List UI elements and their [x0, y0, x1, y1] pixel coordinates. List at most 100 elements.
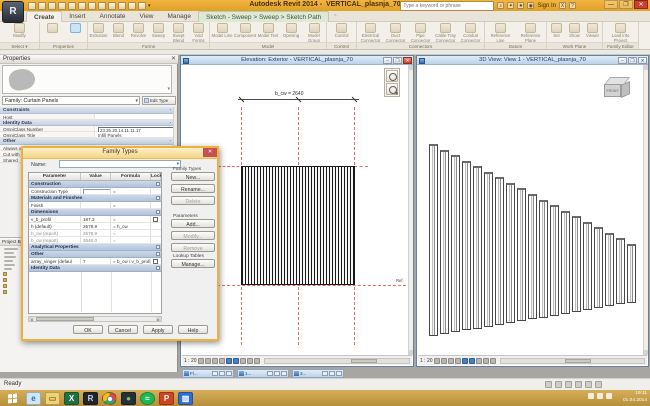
minimized-window-1[interactable]: Fl... — [182, 369, 234, 378]
parameter-name[interactable]: h (default) — [29, 223, 81, 229]
set-button[interactable]: Set — [548, 23, 565, 39]
tab-create[interactable]: Create — [26, 11, 62, 22]
print-icon[interactable] — [78, 2, 86, 10]
show-rendering-icon[interactable] — [226, 358, 232, 364]
profile-fin[interactable] — [572, 216, 581, 312]
sync-icon[interactable] — [48, 2, 56, 10]
close-icon[interactable] — [281, 371, 287, 376]
profile-fin[interactable] — [451, 155, 460, 332]
swept-blend-button[interactable]: Swept Blend — [169, 23, 188, 43]
conduit-connector-button[interactable]: Conduit Connector — [459, 23, 483, 43]
restore-icon[interactable] — [267, 371, 273, 376]
powerpoint-icon[interactable]: P — [159, 392, 174, 405]
tree-category-icon[interactable] — [3, 290, 7, 294]
parameter-value[interactable] — [81, 202, 111, 208]
close-button[interactable]: ✕ — [634, 0, 648, 9]
control-button[interactable]: Control — [329, 23, 355, 39]
excel-icon[interactable]: X — [64, 392, 79, 405]
maximize-icon[interactable]: ❐ — [393, 57, 402, 64]
tab-sketch-sweep-sweep-sketc[interactable]: Sketch - Sweep > Sweep > Sketch Path — [198, 11, 329, 22]
crop-view-icon[interactable] — [476, 358, 482, 364]
apply-button[interactable]: Apply — [143, 325, 173, 334]
sweep-button[interactable]: Sweep — [149, 23, 168, 39]
shadows-icon[interactable] — [455, 358, 461, 364]
volume-icon[interactable] — [606, 393, 612, 399]
collapse-icon[interactable]: ˆ — [170, 121, 171, 126]
column-header-value[interactable]: Value — [81, 173, 111, 180]
zoom-icon[interactable] — [386, 83, 398, 95]
steering-wheel-icon[interactable] — [386, 70, 398, 82]
ok-button[interactable]: OK — [73, 325, 103, 334]
chevron-down-icon[interactable]: ▾ — [167, 86, 170, 92]
parameter-value[interactable]: 2640.0 — [81, 237, 111, 243]
close-icon[interactable] — [226, 371, 232, 376]
collapse-icon[interactable]: ˆ — [170, 108, 171, 113]
collapse-icon[interactable]: ˆ — [170, 139, 171, 144]
profile-fin[interactable] — [440, 150, 449, 335]
blend-button[interactable]: Blend — [109, 23, 128, 39]
application-menu-button[interactable]: R — [2, 1, 24, 23]
profile-fin[interactable] — [616, 238, 625, 304]
file-explorer-icon[interactable]: ▭ — [45, 392, 60, 405]
parameter-value[interactable]: 2678.9 — [81, 223, 111, 229]
extrusion-button[interactable]: Extrusion — [89, 23, 108, 39]
scrollbar-thumb[interactable] — [351, 359, 377, 363]
profile-fin[interactable] — [594, 227, 603, 308]
exclusion-icon[interactable] — [565, 381, 572, 388]
properties-palette-button[interactable] — [41, 23, 63, 33]
collapse-icon[interactable] — [156, 210, 160, 214]
restore-icon[interactable] — [212, 371, 218, 376]
minimize-button[interactable]: — — [604, 0, 618, 9]
lock-checkbox[interactable] — [153, 217, 158, 222]
model-group-button[interactable]: Model Group — [303, 23, 325, 43]
tab-annotate[interactable]: Annotate — [93, 11, 133, 22]
visual-style-icon[interactable] — [205, 358, 211, 364]
value-edit-field[interactable] — [83, 189, 111, 194]
parameter-lock[interactable] — [151, 188, 161, 194]
crop-view-icon[interactable] — [240, 358, 246, 364]
profile-fin[interactable] — [539, 200, 548, 318]
profile-fin[interactable] — [627, 244, 636, 303]
revit-taskbar-icon[interactable]: R — [83, 392, 98, 405]
parameter-lock[interactable] — [151, 237, 161, 243]
aligned-dimension-icon[interactable] — [98, 2, 106, 10]
close-icon[interactable]: ✕ — [171, 56, 176, 62]
family-types-button[interactable] — [64, 23, 86, 33]
parameter-value[interactable]: 187.3 — [81, 216, 111, 222]
void-forms-button[interactable]: Void Forms — [189, 23, 208, 43]
opening-button[interactable]: Opening — [280, 23, 302, 39]
parameter-formula[interactable]: = h_cw — [111, 223, 151, 229]
editable-only-icon[interactable] — [575, 381, 582, 388]
horizontal-scrollbar[interactable] — [264, 358, 410, 364]
tree-category-icon[interactable] — [3, 284, 7, 288]
parameter-formula[interactable]: = — [111, 202, 151, 208]
help-icon[interactable]: ? — [569, 2, 576, 9]
tree-category-icon[interactable] — [3, 278, 7, 282]
open-icon[interactable] — [28, 2, 36, 10]
column-header-parameter[interactable]: Parameter — [29, 173, 81, 180]
select-count-icon[interactable] — [595, 381, 602, 388]
search-input[interactable] — [400, 1, 494, 11]
section-materials-and-finishes[interactable]: Materials and Finishes — [29, 195, 161, 202]
horizontal-scrollbar[interactable] — [500, 358, 645, 364]
dialog-titlebar[interactable]: Family Types — [23, 148, 217, 159]
viewcube-side-face[interactable] — [621, 81, 630, 98]
close-icon[interactable] — [336, 371, 342, 376]
reference-plane[interactable] — [354, 166, 368, 167]
family-type-selector[interactable]: Family: Curtain Panels ▾ — [2, 96, 140, 105]
tag-icon[interactable] — [108, 2, 116, 10]
parameter-lock[interactable] — [151, 230, 161, 236]
modify-button[interactable]: Modify — [2, 23, 38, 39]
steam-icon[interactable]: ● — [121, 392, 136, 405]
threed-canvas[interactable]: FRONT — [418, 65, 647, 355]
level-line[interactable] — [212, 285, 406, 286]
cancel-button[interactable]: Cancel — [108, 325, 138, 334]
detail-level-icon[interactable] — [198, 358, 204, 364]
profile-fin[interactable] — [605, 233, 614, 307]
elevation-window-titlebar[interactable]: Elevation: Exterior - VERTICAL_plasnja_7… — [181, 56, 413, 65]
profile-fin[interactable] — [583, 222, 592, 310]
redo-icon[interactable] — [68, 2, 76, 10]
parameter-name[interactable]: Finish — [29, 202, 81, 208]
tab-view[interactable]: View — [133, 11, 161, 22]
vertical-scrollbar[interactable] — [408, 65, 413, 355]
